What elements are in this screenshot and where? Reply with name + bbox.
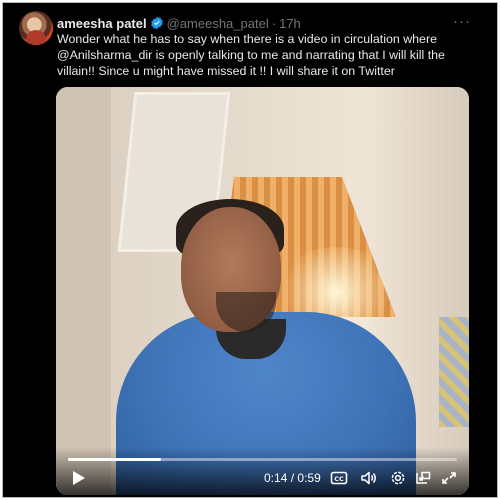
fullscreen-icon[interactable] xyxy=(440,470,458,486)
tweet-post: ameesha patel @ameesha_patel · 17h ··· W… xyxy=(9,7,495,495)
video-time-readout: 0:14 / 0:59 xyxy=(264,471,321,485)
settings-gear-icon[interactable] xyxy=(389,470,407,486)
tweet-text: Wonder what he has to say when there is … xyxy=(57,32,445,78)
separator-dot: · xyxy=(271,15,277,31)
author-handle[interactable]: @ameesha_patel xyxy=(167,16,269,31)
video-controls: 0:14 / 0:59 CC xyxy=(56,447,469,495)
svg-text:CC: CC xyxy=(334,475,344,483)
video-cushion xyxy=(439,317,469,427)
volume-icon[interactable] xyxy=(360,470,378,486)
screenshot-frame: ameesha patel @ameesha_patel · 17h ··· W… xyxy=(2,2,498,498)
video-player[interactable]: 0:14 / 0:59 CC xyxy=(56,87,469,495)
time-divider: / xyxy=(290,471,295,485)
more-options-button[interactable]: ··· xyxy=(453,13,471,30)
verified-badge-icon xyxy=(150,16,164,30)
post-time[interactable]: 17h xyxy=(279,16,301,31)
video-progress-bar[interactable] xyxy=(68,458,457,461)
picture-in-picture-icon[interactable] xyxy=(414,470,432,486)
play-icon[interactable] xyxy=(72,470,86,486)
tweet-header: ameesha patel @ameesha_patel · 17h xyxy=(57,14,301,32)
video-progress-fill xyxy=(68,458,162,461)
author-name[interactable]: ameesha patel xyxy=(57,16,147,31)
video-wall-edge xyxy=(56,87,111,495)
duration: 0:59 xyxy=(297,471,321,485)
captions-icon[interactable]: CC xyxy=(330,470,348,486)
avatar[interactable] xyxy=(19,11,53,45)
current-time: 0:14 xyxy=(264,471,288,485)
